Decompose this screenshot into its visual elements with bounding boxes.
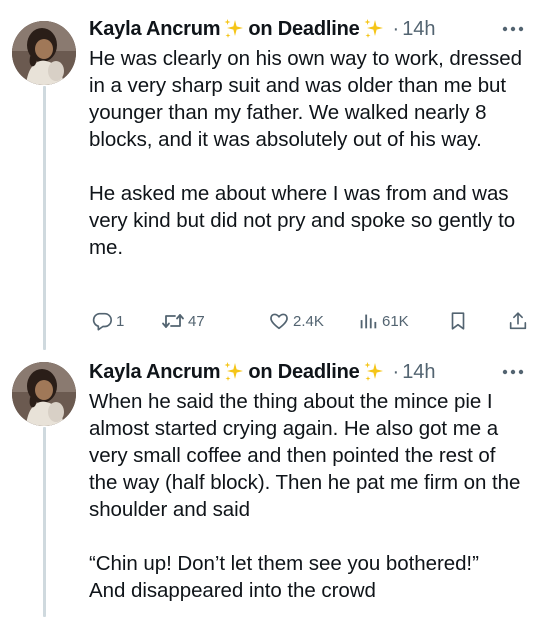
author-name[interactable]: Kayla Ancrum bbox=[89, 18, 221, 41]
like-count: 2.4K bbox=[293, 312, 324, 330]
views-icon bbox=[357, 310, 379, 332]
author-name-suffix[interactable]: on Deadline bbox=[248, 361, 359, 384]
timestamp[interactable]: 14h bbox=[402, 18, 435, 41]
more-horizontal-icon[interactable] bbox=[500, 19, 526, 39]
thread-connector-line bbox=[43, 86, 46, 350]
author-name[interactable]: Kayla Ancrum bbox=[89, 361, 221, 384]
tweet[interactable]: Kayla Ancrum on Deadline · 14h bbox=[0, 0, 540, 350]
tweet-text: When he said the thing about the mince p… bbox=[89, 390, 521, 602]
views-button[interactable]: 61K bbox=[357, 308, 409, 334]
timestamp[interactable]: 14h bbox=[402, 361, 435, 384]
thread-connector-line bbox=[43, 427, 46, 617]
retweet-count: 47 bbox=[188, 312, 205, 330]
share-icon bbox=[507, 310, 529, 332]
more-horizontal-icon[interactable] bbox=[500, 362, 526, 382]
retweet-icon bbox=[161, 310, 185, 332]
tweet-header: Kayla Ancrum on Deadline · 14h bbox=[89, 356, 526, 388]
separator-dot: · bbox=[392, 17, 400, 40]
tweet[interactable]: Kayla Ancrum on Deadline · 14h bbox=[0, 350, 540, 617]
heart-icon bbox=[268, 310, 290, 332]
avatar[interactable] bbox=[12, 362, 76, 426]
author-name-suffix[interactable]: on Deadline bbox=[248, 18, 359, 41]
sparkles-icon bbox=[362, 360, 386, 384]
avatar[interactable] bbox=[12, 21, 76, 85]
reply-button[interactable]: 1 bbox=[91, 308, 124, 334]
reply-count: 1 bbox=[116, 312, 125, 330]
retweet-button[interactable]: 47 bbox=[161, 308, 205, 334]
sparkles-icon bbox=[222, 360, 246, 384]
separator-dot: · bbox=[392, 360, 400, 383]
tweet-text: He was clearly on his own way to work, d… bbox=[89, 47, 522, 259]
views-count: 61K bbox=[382, 312, 409, 330]
share-button[interactable] bbox=[507, 308, 529, 334]
tweet-actions: 1 47 2.4K 61K bbox=[89, 308, 529, 334]
bookmark-icon bbox=[447, 310, 469, 332]
reply-icon bbox=[91, 310, 113, 332]
sparkles-icon bbox=[222, 17, 246, 41]
bookmark-button[interactable] bbox=[447, 308, 469, 334]
tweet-header: Kayla Ancrum on Deadline · 14h bbox=[89, 13, 526, 45]
like-button[interactable]: 2.4K bbox=[268, 308, 324, 334]
sparkles-icon bbox=[362, 17, 386, 41]
